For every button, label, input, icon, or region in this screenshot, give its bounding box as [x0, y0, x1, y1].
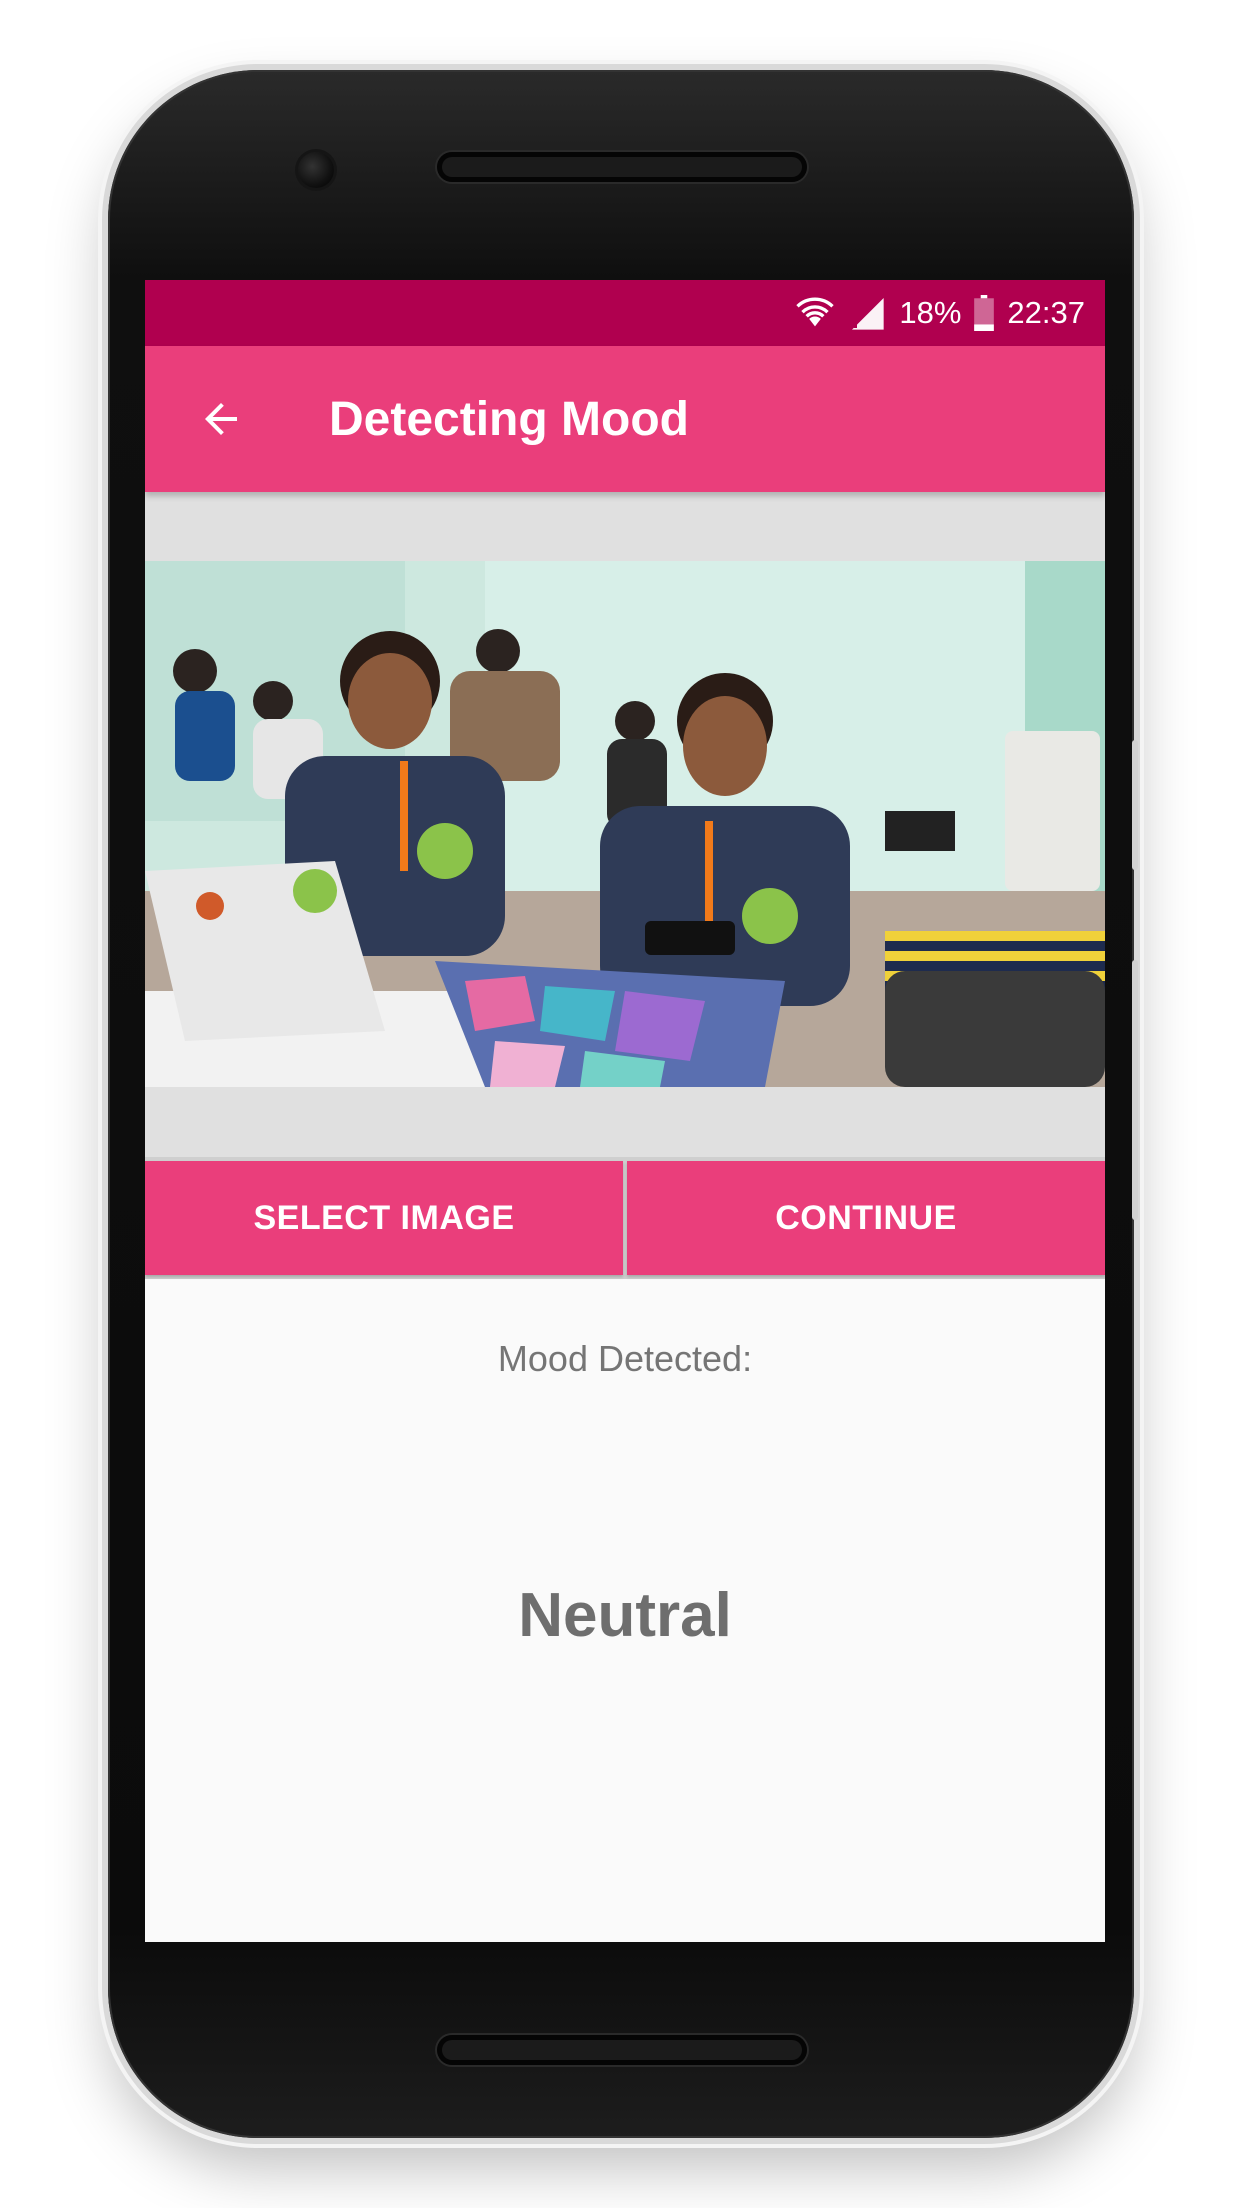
mood-result: Neutral: [518, 1581, 732, 1650]
battery-percent: 18%: [899, 295, 962, 330]
continue-button[interactable]: CONTINUE: [627, 1161, 1105, 1275]
top-speaker-grille: [437, 152, 807, 182]
app-screen: 18% 22:37 Detecting Mood SELECT IMAGE CO…: [145, 280, 1105, 1942]
power-button: [1132, 740, 1138, 870]
arrow-back-icon: [205, 403, 237, 435]
app-bar: Detecting Mood: [145, 346, 1105, 492]
signal-icon: [847, 293, 887, 333]
selected-photo: [145, 561, 1105, 1087]
select-image-button[interactable]: SELECT IMAGE: [145, 1161, 623, 1275]
bottom-speaker-grille: [437, 2035, 807, 2065]
status-bar: 18% 22:37: [145, 280, 1105, 346]
page-title: Detecting Mood: [329, 392, 689, 446]
volume-button: [1132, 960, 1138, 1220]
wifi-icon: [795, 293, 835, 333]
clock: 22:37: [1007, 295, 1085, 330]
image-container: [145, 492, 1105, 1160]
mood-detected-label: Mood Detected:: [497, 1338, 753, 1379]
back-button[interactable]: [185, 383, 257, 455]
battery-icon: [973, 295, 995, 331]
action-buttons: SELECT IMAGE CONTINUE: [145, 1157, 1105, 1279]
front-camera-icon: [298, 152, 334, 188]
